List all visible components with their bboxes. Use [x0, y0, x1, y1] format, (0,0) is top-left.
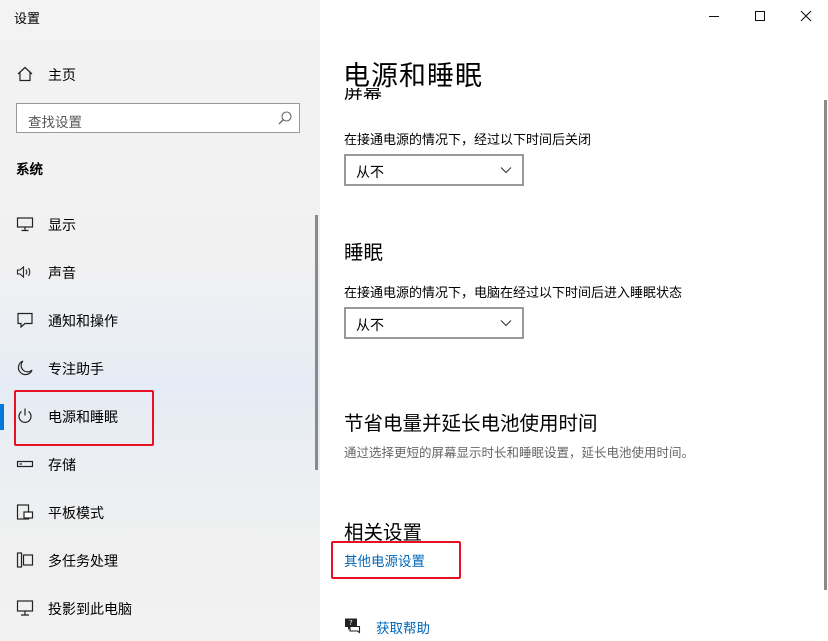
help-icon: ?	[345, 618, 361, 634]
sidebar-item-project[interactable]: 投影到此电脑	[0, 586, 318, 630]
sidebar-item-label: 存储	[48, 458, 76, 474]
sidebar-item-label: 平板模式	[48, 506, 104, 522]
project-icon	[16, 600, 34, 616]
multitask-icon	[16, 552, 34, 568]
notification-icon	[17, 312, 33, 329]
sidebar-item-label: 声音	[48, 266, 76, 282]
moon-icon	[17, 360, 33, 376]
chevron-down-icon	[500, 320, 512, 327]
sidebar: 设置 主页 查找设置 系统 显示 声音 通知和操作 专注助手 电源和睡眠 存储 …	[0, 0, 320, 641]
sleep-desc: 在接通电源的情况下，电脑在经过以下时间后进入睡眠状态	[344, 286, 683, 301]
maximize-icon	[755, 11, 765, 21]
battery-desc: 通过选择更短的屏幕显示时长和睡眠设置，延长电池使用时间。	[344, 445, 695, 460]
search-input[interactable]: 查找设置	[16, 103, 300, 133]
tablet-icon	[16, 504, 34, 520]
sidebar-item-label: 投影到此电脑	[48, 602, 132, 618]
sleep-heading: 睡眠	[344, 241, 384, 264]
screen-timeout-select[interactable]: 从不	[344, 154, 524, 186]
sidebar-item-tablet-mode[interactable]: 平板模式	[0, 490, 318, 534]
get-help-link[interactable]: 获取帮助	[376, 617, 430, 637]
search-placeholder: 查找设置	[28, 115, 82, 131]
sidebar-item-storage[interactable]: 存储	[0, 442, 318, 486]
monitor-icon	[16, 217, 34, 232]
sleep-timeout-select[interactable]: 从不	[344, 307, 524, 339]
sidebar-item-label: 专注助手	[48, 362, 104, 378]
sidebar-item-focus-assist[interactable]: 专注助手	[0, 346, 318, 390]
sidebar-item-notifications[interactable]: 通知和操作	[0, 298, 318, 342]
close-button[interactable]	[783, 0, 828, 32]
sidebar-item-label: 显示	[48, 218, 76, 234]
chevron-down-icon	[500, 167, 512, 174]
search-icon	[278, 111, 292, 125]
highlight-power-sleep	[14, 390, 154, 446]
svg-text:?: ?	[349, 619, 353, 627]
group-title: 系统	[16, 162, 43, 178]
main-scrollbar[interactable]	[824, 100, 827, 590]
maximize-button[interactable]	[737, 0, 783, 32]
close-icon	[800, 10, 812, 22]
highlight-other-power-settings	[331, 541, 461, 579]
screen-timeout-value: 从不	[356, 165, 384, 181]
minimize-button[interactable]	[691, 0, 737, 32]
sidebar-item-display[interactable]: 显示	[0, 202, 318, 246]
sidebar-item-multitasking[interactable]: 多任务处理	[0, 538, 318, 582]
sidebar-item-label: 通知和操作	[48, 314, 118, 330]
main-pane: 电源和睡眠 屏幕 在接通电源的情况下，经过以下时间后关闭 从不 睡眠 在接通电源…	[320, 0, 828, 641]
home-icon	[17, 66, 33, 82]
screen-heading: 屏幕	[344, 88, 383, 103]
sidebar-scrollbar[interactable]	[315, 215, 318, 470]
sidebar-home[interactable]: 主页	[0, 56, 320, 90]
storage-icon	[16, 460, 34, 468]
sidebar-item-sound[interactable]: 声音	[0, 250, 318, 294]
sleep-timeout-value: 从不	[356, 318, 384, 334]
screen-desc: 在接通电源的情况下，经过以下时间后关闭	[344, 133, 592, 148]
app-title: 设置	[14, 12, 41, 27]
sidebar-home-label: 主页	[48, 68, 76, 84]
minimize-icon	[709, 16, 719, 17]
sidebar-item-label: 多任务处理	[48, 554, 118, 570]
battery-heading: 节省电量并延长电池使用时间	[344, 412, 598, 435]
speaker-icon	[16, 265, 31, 279]
